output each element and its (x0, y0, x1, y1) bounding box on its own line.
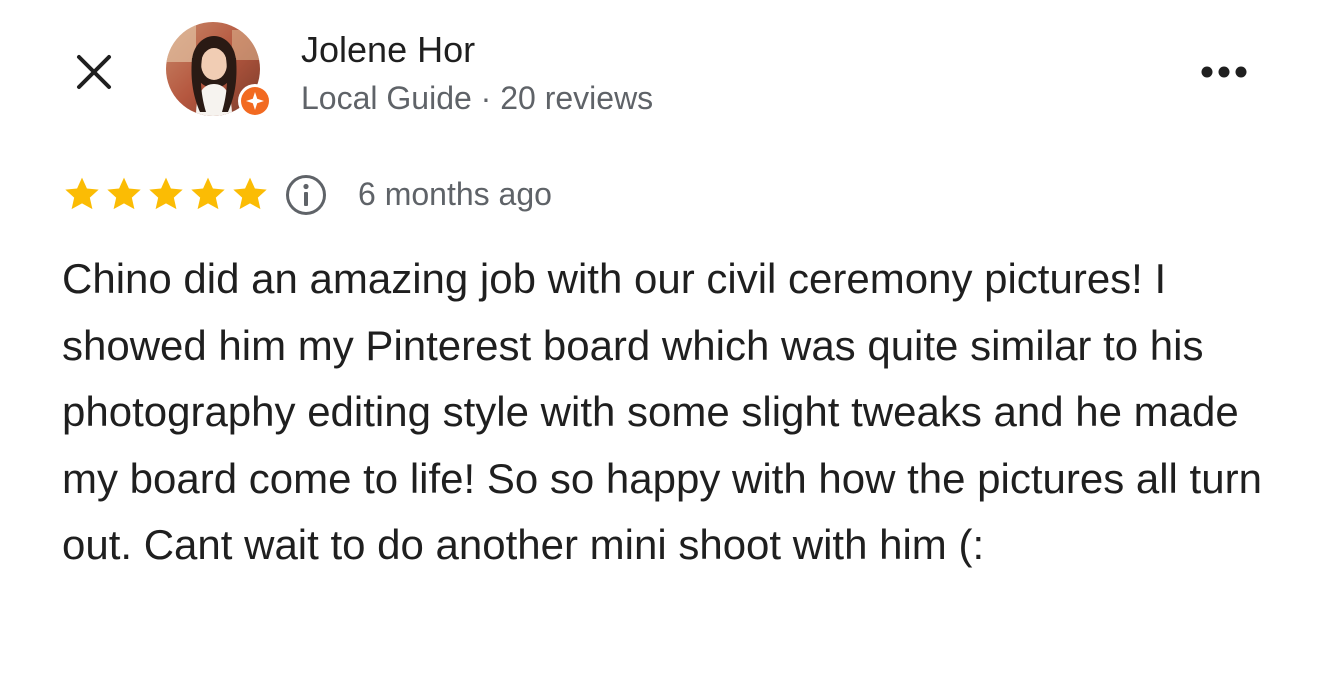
reviewer-meta[interactable]: Local Guide · 20 reviews (301, 78, 653, 118)
local-guide-star-icon (241, 87, 269, 115)
star-icon (107, 177, 141, 210)
local-guide-badge (238, 84, 272, 118)
star-icon (65, 177, 99, 210)
review-date: 6 months ago (358, 176, 552, 212)
star-icon (149, 177, 183, 210)
star-rating (62, 172, 270, 216)
close-icon (77, 55, 111, 89)
close-button[interactable] (70, 48, 118, 96)
more-horizontal-icon (1201, 66, 1247, 78)
reviewer-name[interactable]: Jolene Hor (301, 28, 475, 72)
star-icon (191, 177, 225, 210)
more-options-button[interactable] (1194, 52, 1254, 92)
review-text: Chino did an amazing job with our civil … (62, 255, 1262, 568)
star-icon (233, 177, 267, 210)
avatar[interactable] (166, 22, 272, 120)
info-icon[interactable] (284, 173, 328, 217)
